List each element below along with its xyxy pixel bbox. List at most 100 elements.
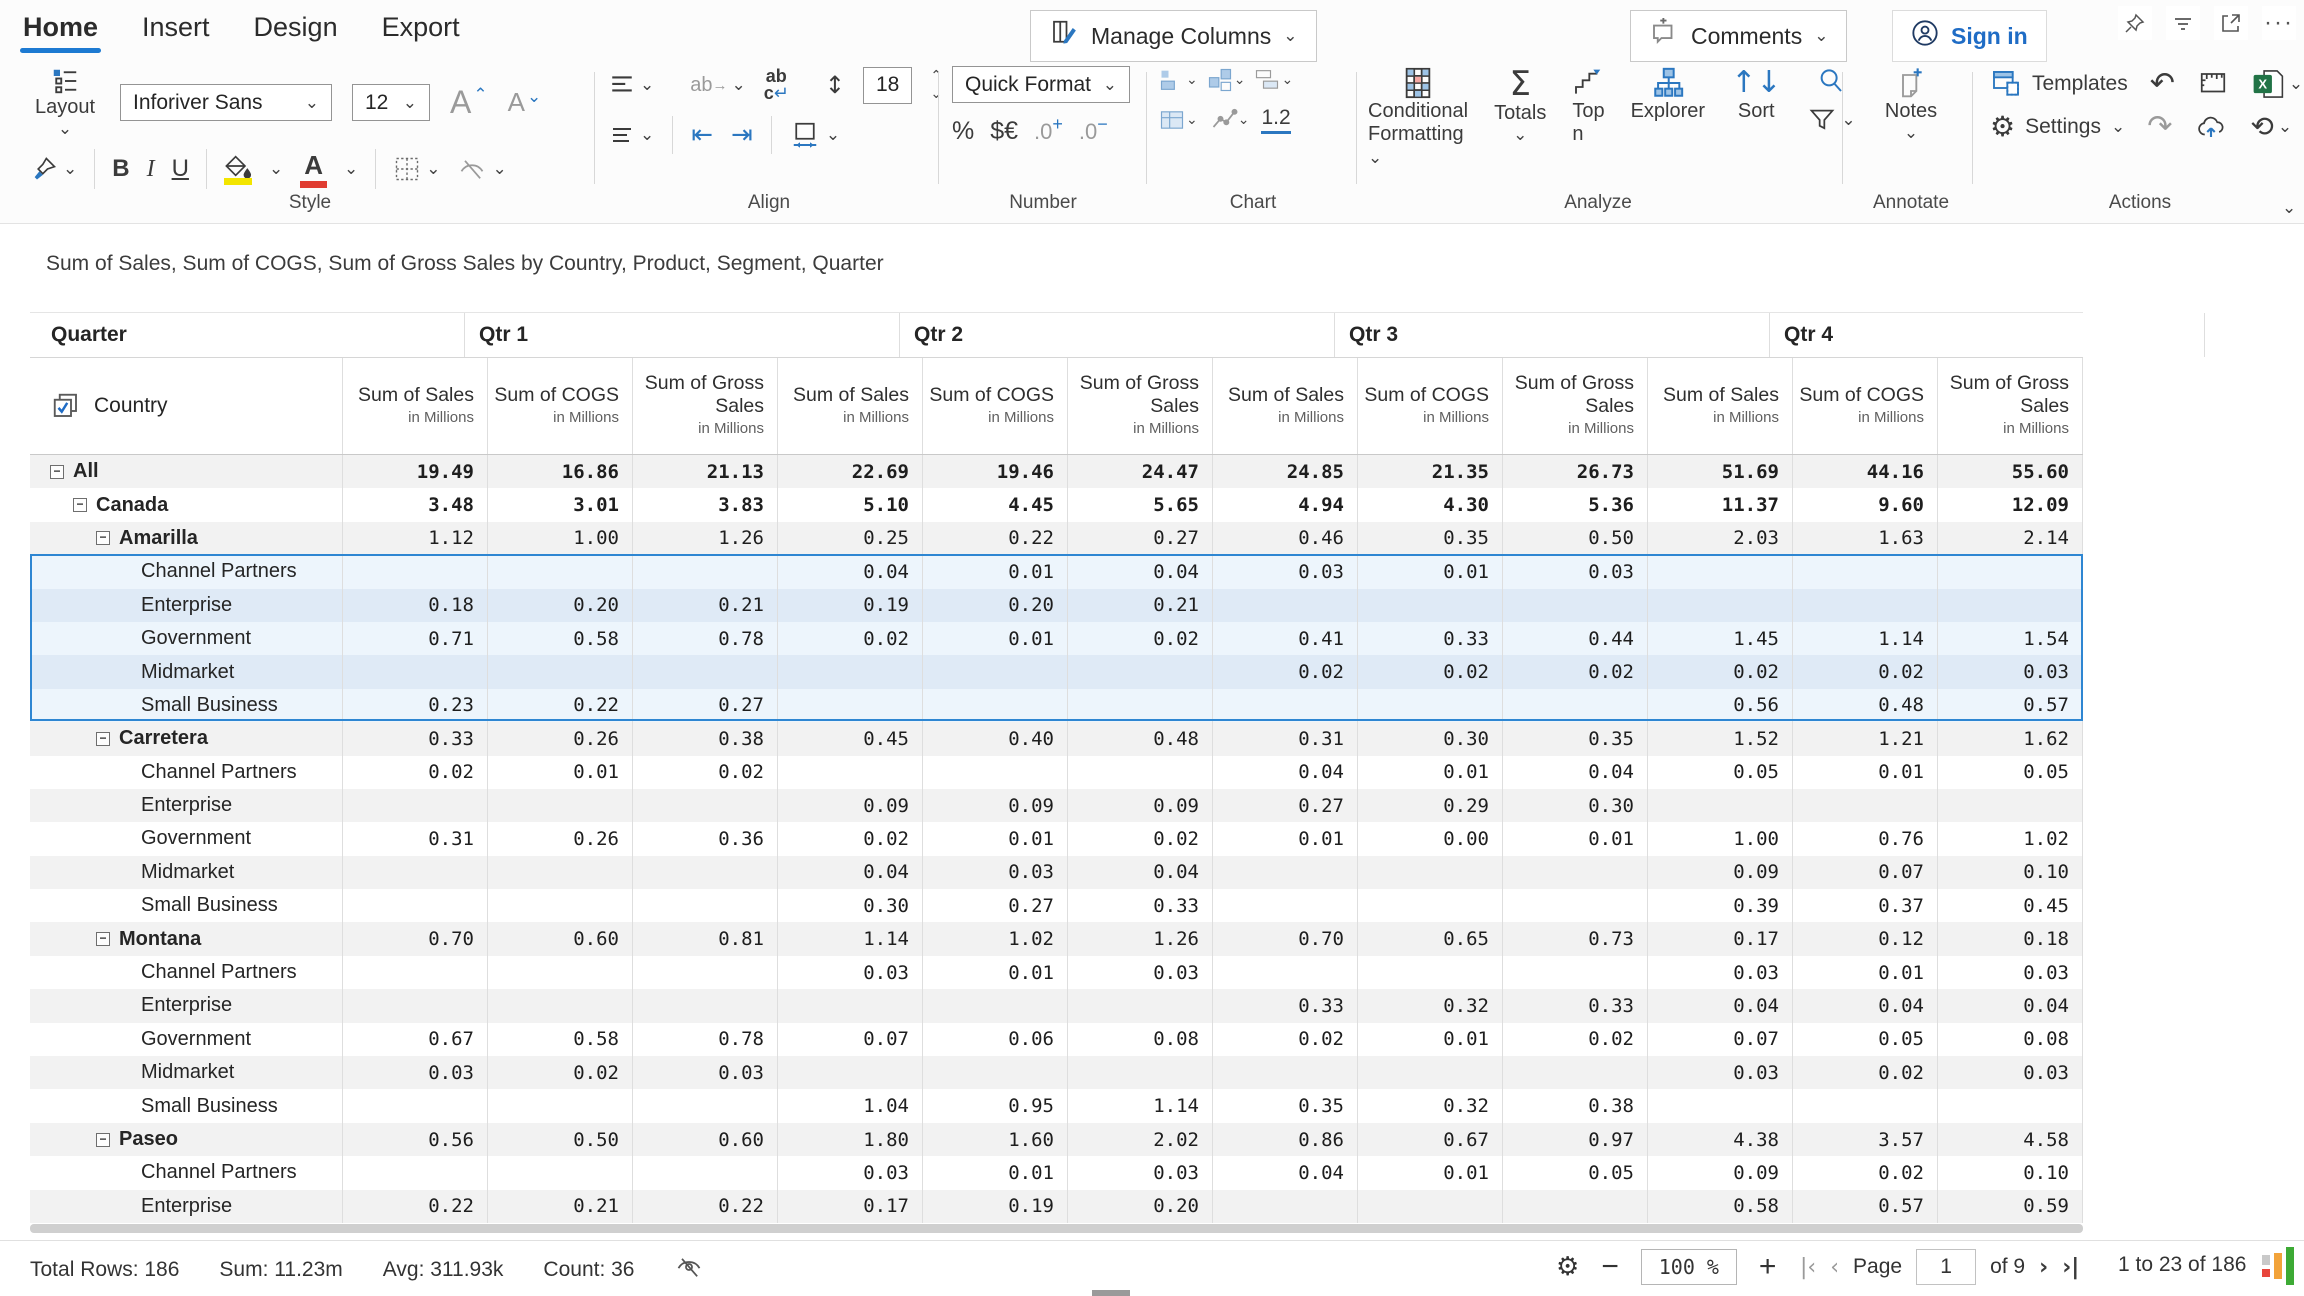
value-cell[interactable] — [1503, 956, 1648, 989]
bold-button[interactable]: B — [112, 155, 129, 183]
value-cell[interactable]: 0.04 — [1938, 989, 2083, 1022]
value-cell[interactable]: 0.02 — [1503, 655, 1648, 688]
value-cell[interactable] — [343, 856, 488, 889]
value-cell[interactable] — [1938, 589, 2083, 622]
value-cell[interactable]: 0.01 — [1358, 555, 1503, 588]
value-cell[interactable] — [1213, 1190, 1358, 1223]
value-cell[interactable] — [1648, 589, 1793, 622]
value-cell[interactable]: 0.20 — [923, 589, 1068, 622]
value-cell[interactable] — [1068, 989, 1213, 1022]
value-cell[interactable] — [1793, 1089, 1938, 1122]
tab-export[interactable]: Export — [382, 12, 460, 51]
value-cell[interactable] — [1068, 689, 1213, 722]
value-cell[interactable] — [488, 856, 633, 889]
value-cell[interactable]: 0.01 — [923, 555, 1068, 588]
value-cell[interactable]: 0.39 — [1648, 889, 1793, 922]
row-label-cell[interactable]: Channel Partners — [30, 555, 343, 588]
value-cell[interactable]: 0.38 — [1503, 1089, 1648, 1122]
value-cell[interactable]: 0.46 — [1213, 522, 1358, 555]
table-row[interactable]: Government0.670.580.780.070.060.080.020.… — [30, 1023, 2083, 1056]
value-cell[interactable]: 1.63 — [1793, 522, 1938, 555]
explorer-button[interactable]: Explorer — [1631, 66, 1705, 123]
measure-header[interactable]: Sum of Salesin Millions — [1648, 358, 1793, 454]
value-cell[interactable] — [1358, 1056, 1503, 1089]
value-cell[interactable]: 0.03 — [778, 1156, 923, 1189]
value-cell[interactable]: 1.14 — [1068, 1089, 1213, 1122]
value-cell[interactable]: 1.60 — [923, 1123, 1068, 1156]
value-cell[interactable] — [923, 689, 1068, 722]
table-row[interactable]: Government0.310.260.360.020.010.020.010.… — [30, 822, 2083, 855]
value-cell[interactable]: 0.22 — [488, 689, 633, 722]
zoom-out-button[interactable]: − — [1601, 1250, 1619, 1284]
page-scrollbar-handle[interactable] — [1092, 1290, 1130, 1296]
value-cell[interactable] — [1503, 1190, 1648, 1223]
table-settings-gear-icon[interactable]: ⚙ — [1556, 1252, 1579, 1282]
value-cell[interactable]: 0.03 — [1938, 655, 2083, 688]
value-cell[interactable]: 0.60 — [633, 1123, 778, 1156]
table-row[interactable]: −Canada3.483.013.835.104.455.654.944.305… — [30, 488, 2083, 521]
value-cell[interactable]: 0.02 — [1793, 1056, 1938, 1089]
last-page-icon[interactable]: ›| — [2062, 1255, 2079, 1280]
value-cell[interactable]: 0.31 — [1213, 722, 1358, 755]
popout-icon[interactable] — [2214, 6, 2248, 40]
row-label-cell[interactable]: Small Business — [30, 1089, 343, 1122]
value-cell[interactable] — [488, 889, 633, 922]
value-cell[interactable]: 0.57 — [1793, 1190, 1938, 1223]
value-cell[interactable]: 0.58 — [488, 1023, 633, 1056]
value-cell[interactable] — [343, 1156, 488, 1189]
pin-icon[interactable] — [2118, 6, 2152, 40]
value-cell[interactable]: 0.25 — [778, 522, 923, 555]
redo-icon[interactable]: ↷ — [2147, 109, 2172, 144]
tab-home[interactable]: Home — [23, 12, 98, 51]
value-cell[interactable] — [488, 956, 633, 989]
value-cell[interactable]: 0.20 — [1068, 1190, 1213, 1223]
value-cell[interactable] — [343, 956, 488, 989]
totals-button[interactable]: Σ Totals ⌄ — [1494, 66, 1546, 145]
quarter-header[interactable]: Qtr 2 — [900, 313, 1335, 357]
value-cell[interactable]: 0.09 — [1068, 789, 1213, 822]
value-cell[interactable] — [1648, 1089, 1793, 1122]
value-cell[interactable]: 0.50 — [1503, 522, 1648, 555]
value-cell[interactable]: 4.94 — [1213, 488, 1358, 521]
value-cell[interactable]: 0.03 — [1213, 555, 1358, 588]
value-cell[interactable]: 3.48 — [343, 488, 488, 521]
value-cell[interactable]: 1.21 — [1793, 722, 1938, 755]
more-options-icon[interactable]: ··· — [2262, 6, 2296, 40]
value-cell[interactable]: 0.86 — [1213, 1123, 1358, 1156]
value-cell[interactable]: 0.29 — [1358, 789, 1503, 822]
value-cell[interactable]: 0.04 — [1068, 856, 1213, 889]
value-cell[interactable] — [1503, 1056, 1648, 1089]
notes-button[interactable]: Notes ⌄ — [1856, 66, 1966, 143]
value-cell[interactable]: 1.52 — [1648, 722, 1793, 755]
value-cell[interactable]: 0.01 — [1793, 756, 1938, 789]
value-cell[interactable]: 0.35 — [1213, 1089, 1358, 1122]
value-cell[interactable] — [778, 655, 923, 688]
value-cell[interactable] — [1213, 956, 1358, 989]
row-label-cell[interactable]: Enterprise — [30, 789, 343, 822]
value-cell[interactable]: 26.73 — [1503, 455, 1648, 488]
page-number-input[interactable]: 1 — [1916, 1249, 1976, 1285]
value-cell[interactable]: 0.22 — [923, 522, 1068, 555]
value-cell[interactable] — [488, 989, 633, 1022]
value-cell[interactable]: 0.01 — [1213, 822, 1358, 855]
value-cell[interactable]: 0.00 — [1358, 822, 1503, 855]
value-cell[interactable] — [1938, 789, 2083, 822]
value-cell[interactable]: 0.27 — [633, 689, 778, 722]
value-cell[interactable]: 24.85 — [1213, 455, 1358, 488]
value-cell[interactable] — [343, 555, 488, 588]
measure-header[interactable]: Sum of COGSin Millions — [488, 358, 633, 454]
measure-header[interactable]: Sum of Salesin Millions — [1213, 358, 1358, 454]
tab-insert[interactable]: Insert — [142, 12, 210, 51]
value-cell[interactable]: 55.60 — [1938, 455, 2083, 488]
value-cell[interactable] — [778, 1056, 923, 1089]
value-cell[interactable] — [633, 889, 778, 922]
value-cell[interactable]: 0.02 — [1793, 655, 1938, 688]
value-cell[interactable]: 0.02 — [1503, 1023, 1648, 1056]
value-cell[interactable]: 0.03 — [1503, 555, 1648, 588]
value-cell[interactable]: 0.20 — [488, 589, 633, 622]
value-cell[interactable]: 0.03 — [923, 856, 1068, 889]
value-cell[interactable]: 0.02 — [1648, 655, 1793, 688]
value-cell[interactable]: 24.47 — [1068, 455, 1213, 488]
value-cell[interactable]: 4.38 — [1648, 1123, 1793, 1156]
table-row[interactable]: Small Business1.040.951.140.350.320.38 — [30, 1089, 2083, 1122]
